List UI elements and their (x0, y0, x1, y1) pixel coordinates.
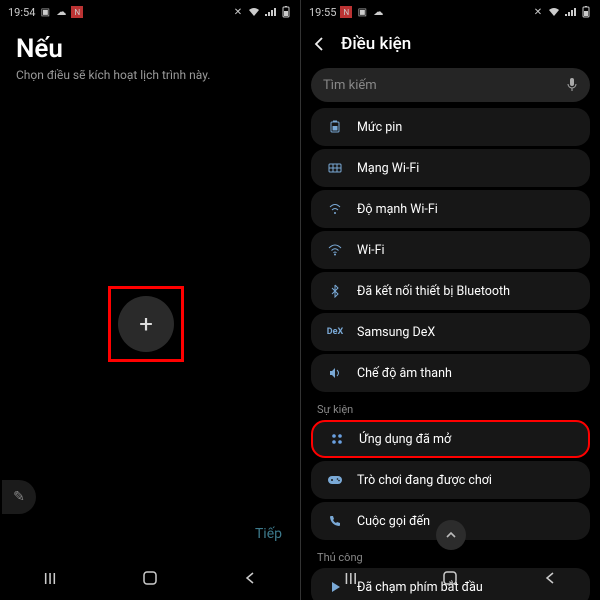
signal-icon (564, 6, 576, 18)
condition-item-dex[interactable]: DeX Samsung DeX (311, 313, 590, 351)
vibrate-icon: ✕ (532, 6, 544, 18)
battery-icon (323, 120, 347, 134)
recents-button[interactable]: III (333, 569, 369, 588)
notification-badge-icon: N (71, 6, 83, 18)
condition-item-label: Độ mạnh Wi-Fi (357, 202, 438, 217)
page-title: Điều kiện (341, 34, 411, 54)
back-button[interactable] (311, 36, 327, 52)
chevron-up-icon (445, 529, 457, 541)
recents-button[interactable]: III (32, 569, 68, 588)
back-button[interactable] (532, 571, 568, 585)
dex-icon: DeX (323, 327, 347, 337)
condition-list-main: Mức pin Mạng Wi-Fi Độ mạnh Wi-Fi Wi-Fi Đã kế… (301, 108, 600, 392)
condition-item-wifi-grid[interactable]: Mạng Wi-Fi (311, 149, 590, 187)
notification-badge-icon: N (340, 6, 352, 18)
picture-icon: ▣ (356, 6, 368, 18)
page-subtitle: Chọn điều sẽ kích hoạt lịch trình này. (16, 68, 284, 82)
screen-if: 19:54 ▣ ☁ N ✕ Nếu Chọn điều sẽ kích hoạt… (0, 0, 300, 600)
next-button[interactable]: Tiếp (255, 526, 282, 542)
condition-item-label: Chế độ âm thanh (357, 366, 452, 381)
condition-item-label: Mạng Wi-Fi (357, 161, 419, 176)
condition-item-bluetooth[interactable]: Đã kết nối thiết bị Bluetooth (311, 272, 590, 310)
wifi-icon (548, 6, 560, 18)
back-icon (243, 571, 257, 585)
scroll-top-button[interactable] (436, 520, 466, 550)
condition-item-label: Cuộc gọi đến (357, 514, 430, 529)
condition-item-label: Wi-Fi (357, 243, 385, 258)
status-time: 19:54 (8, 6, 35, 19)
search-placeholder: Tìm kiếm (323, 78, 566, 93)
cloud-icon: ☁ (55, 6, 67, 18)
navigation-bar: III (301, 556, 600, 600)
highlight-box (108, 286, 184, 362)
condition-item-game[interactable]: Trò chơi đang được chơi (311, 461, 590, 499)
wifi-signal-icon (323, 202, 347, 216)
condition-item-battery[interactable]: Mức pin (311, 108, 590, 146)
section-event-label: Sự kiện (301, 395, 600, 420)
back-icon (543, 571, 557, 585)
wifi-icon (323, 243, 347, 257)
volume-icon (323, 366, 347, 380)
chevron-left-icon (311, 36, 327, 52)
status-bar: 19:55 N ▣ ☁ ✕ (301, 0, 600, 24)
screen-condition: 19:55 N ▣ ☁ ✕ Điều kiện Tìm kiếm (300, 0, 600, 600)
home-button[interactable] (132, 569, 168, 587)
cloud-icon: ☁ (372, 6, 384, 18)
home-icon (141, 569, 159, 587)
picture-icon: ▣ (39, 6, 51, 18)
recents-icon: III (43, 569, 56, 588)
page-title: Nếu (16, 34, 284, 64)
condition-item-wifi-signal[interactable]: Độ mạnh Wi-Fi (311, 190, 590, 228)
vibrate-icon: ✕ (232, 6, 244, 18)
signal-icon (264, 6, 276, 18)
condition-item-label: Ứng dụng đã mở (359, 432, 451, 447)
back-button[interactable] (232, 571, 268, 585)
condition-item-label: Đã kết nối thiết bị Bluetooth (357, 284, 510, 299)
phone-icon (323, 514, 347, 528)
condition-item-apps[interactable]: Ứng dụng đã mở (311, 420, 590, 458)
mic-icon[interactable] (566, 77, 578, 93)
pencil-icon: ✎ (13, 489, 25, 505)
battery-icon (280, 6, 292, 18)
wifi-grid-icon (323, 161, 347, 175)
edit-button[interactable]: ✎ (2, 480, 36, 514)
apps-icon (325, 432, 349, 446)
search-input[interactable]: Tìm kiếm (311, 68, 590, 102)
home-icon (441, 569, 459, 587)
condition-item-label: Mức pin (357, 120, 402, 135)
condition-item-wifi[interactable]: Wi-Fi (311, 231, 590, 269)
battery-icon (580, 6, 592, 18)
condition-item-label: Samsung DeX (357, 325, 435, 340)
status-time: 19:55 (309, 6, 336, 19)
wifi-icon (248, 6, 260, 18)
condition-item-label: Trò chơi đang được chơi (357, 473, 492, 488)
recents-icon: III (344, 569, 357, 588)
home-button[interactable] (432, 569, 468, 587)
status-bar: 19:54 ▣ ☁ N ✕ (0, 0, 300, 24)
game-icon (323, 474, 347, 486)
bluetooth-icon (323, 284, 347, 298)
navigation-bar: III (0, 556, 300, 600)
condition-item-volume[interactable]: Chế độ âm thanh (311, 354, 590, 392)
